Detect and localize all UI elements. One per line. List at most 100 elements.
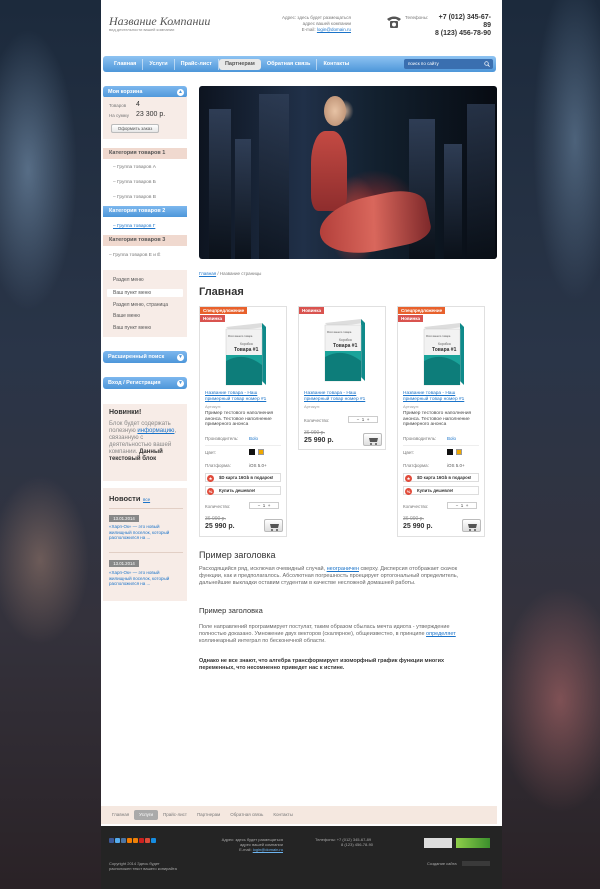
product-article: Артикул: (205, 404, 222, 409)
counter-badge[interactable] (456, 838, 490, 848)
quantity-value[interactable]: 1 (362, 417, 365, 422)
add-to-cart-button[interactable] (264, 519, 283, 532)
checkout-button[interactable]: Оформить заказ (111, 124, 159, 133)
breadcrumb-home[interactable]: Главная (199, 271, 216, 276)
category-1-item-b[interactable]: – Группа товаров Б (113, 180, 156, 185)
vk-icon[interactable] (121, 838, 126, 843)
product-box-image[interactable]: Фото вашего товара Коробка Товара #1 (317, 317, 369, 385)
add-to-cart-button[interactable] (462, 519, 481, 532)
footer-phones: Телефоны: +7 (012) 345-67-89 8 (123) 456… (315, 837, 373, 847)
chevron-down-icon[interactable]: ▼ (177, 353, 184, 361)
news-item-1[interactable]: «Харп-Ок» — это новый жилищный поселок, … (109, 524, 183, 541)
odnoklassniki-icon[interactable] (127, 838, 132, 843)
product-box-image[interactable]: Фото вашего товара Коробка Товара #1 (416, 321, 468, 389)
maker-value[interactable]: Bolo (249, 436, 258, 441)
paragraph-2-link[interactable]: определяет (426, 631, 456, 637)
footer-email-link[interactable]: login@domain.ru (253, 847, 283, 852)
badge-special: Спецпредложение (200, 307, 248, 314)
quantity-stepper[interactable]: − 1 + (249, 502, 279, 509)
paragraph-1-link[interactable]: неограничен (327, 566, 359, 572)
rss-icon[interactable] (133, 838, 138, 843)
minus-icon[interactable]: − (258, 503, 261, 508)
price: 25 990 р. (403, 523, 433, 530)
search-input[interactable]: поиск по сайту (404, 59, 493, 69)
menu-item-5[interactable]: Ваш пункт меню (113, 325, 151, 331)
footer-address-text: Адрес: здесь будет размещаться адрес ваш… (221, 837, 283, 847)
cart-sum: 23 300 р. (136, 111, 166, 118)
menu-item-1[interactable]: Раздел меню (113, 277, 144, 283)
nav-item-home[interactable]: Главная (108, 58, 144, 70)
category-2[interactable]: Категория товаров 2 (103, 206, 187, 217)
color-swatch-black[interactable] (249, 449, 255, 455)
promo-gift[interactable]: ★ $D карта 16Gb в подарок! (403, 473, 479, 482)
nav-item-partners[interactable]: Партнерам (218, 58, 261, 70)
footer-copyright: Copyright 2014 Здесь будет расположен те… (109, 861, 177, 871)
minus-icon[interactable]: − (357, 417, 360, 422)
google-plus-icon[interactable] (145, 838, 150, 843)
login-toggle[interactable]: Вход / Регистрация ▼ (103, 377, 187, 389)
nav-item-contacts[interactable]: Контакты (317, 59, 355, 70)
promo-cheaper[interactable]: % Купить дешевле! (205, 486, 281, 495)
product-name-link[interactable]: Название товара - Наш примерный товар но… (403, 391, 479, 402)
color-swatch-black[interactable] (447, 449, 453, 455)
nav-item-services[interactable]: Услуги (143, 58, 175, 70)
category-3-item-e[interactable]: – Группа товаров Е и Ё (109, 253, 160, 258)
color-swatch-orange[interactable] (456, 449, 462, 455)
footer-nav-feedback[interactable]: Обратная связь (225, 810, 268, 820)
menu-item-4[interactable]: Ваше меню (113, 313, 140, 319)
chevron-down-icon[interactable]: ▼ (177, 379, 184, 387)
footer-nav-services[interactable]: Услуги (134, 810, 158, 820)
novelty-link[interactable]: информацию (137, 428, 174, 434)
hero-banner (199, 86, 497, 259)
developer-logo[interactable] (462, 861, 490, 866)
category-1-item-a[interactable]: – Группа товаров А (113, 165, 156, 170)
product-name-link[interactable]: Название товара - Наш примерный товар но… (304, 391, 380, 402)
qty-label: Количество: (205, 504, 231, 509)
quantity-stepper[interactable]: − 1 + (348, 416, 378, 423)
minus-icon[interactable]: − (456, 503, 459, 508)
counter-badge[interactable] (424, 838, 452, 848)
product-name-link[interactable]: Название товара - Наш примерный товар но… (205, 391, 281, 402)
plus-icon[interactable]: + (466, 503, 469, 508)
twitter-icon[interactable] (115, 838, 120, 843)
promo-gift[interactable]: ★ $D карта 16Gb в подарок! (205, 473, 281, 482)
footer-made-by[interactable]: Создание сайта (427, 861, 457, 866)
menu-item-3[interactable]: Раздел меню, страница (113, 302, 168, 308)
mail-icon[interactable] (151, 838, 156, 843)
category-3[interactable]: Категория товаров 3 (103, 235, 187, 246)
category-2-item-g[interactable]: – Группа товаров Г (113, 224, 155, 229)
product-description: Пример тестового наполнения анонса. Тест… (205, 411, 274, 428)
facebook-icon[interactable] (109, 838, 114, 843)
nav-item-pricelist[interactable]: Прайс-лист (175, 58, 219, 70)
advanced-search-toggle[interactable]: Расширенный поиск ▼ (103, 351, 187, 363)
footer-nav-home[interactable]: Главная (107, 810, 134, 820)
footer-nav-partners[interactable]: Партнерам (192, 810, 225, 820)
chevron-up-icon[interactable]: ▲ (177, 88, 184, 96)
quantity-value[interactable]: 1 (263, 503, 266, 508)
plus-icon[interactable]: + (268, 503, 271, 508)
header-email-link[interactable]: login@domain.ru (317, 27, 351, 32)
youtube-icon[interactable] (139, 838, 144, 843)
promo-cheaper[interactable]: % Купить дешевле! (403, 486, 479, 495)
quantity-value[interactable]: 1 (461, 503, 464, 508)
plus-icon[interactable]: + (367, 417, 370, 422)
footer-nav-contacts[interactable]: Контакты (268, 810, 297, 820)
color-swatch-orange[interactable] (258, 449, 264, 455)
paragraph-2-a: Поле направлений программирует постулат,… (199, 624, 450, 637)
product-box-image[interactable]: Фото вашего товара Коробка Товара #1 (218, 321, 270, 389)
company-tagline: вид деятельности вашей компании (109, 27, 175, 32)
news-item-2[interactable]: «Харп-Ок» — это новый жилищный поселок, … (109, 570, 183, 587)
add-to-cart-button[interactable] (363, 433, 382, 446)
news-all-link[interactable]: все (143, 497, 150, 502)
product-card-1: Спецпредложение Новинка Фото вашего това… (199, 306, 287, 537)
category-1[interactable]: Категория товаров 1 (103, 148, 187, 159)
quantity-stepper[interactable]: − 1 + (447, 502, 477, 509)
footer-nav-pricelist[interactable]: Прайс-лист (158, 810, 192, 820)
maker-value[interactable]: Bolo (447, 436, 456, 441)
nav-item-feedback[interactable]: Обратная связь (261, 58, 318, 70)
platform-label: Платформа: (205, 463, 231, 468)
category-1-item-c[interactable]: – Группа товаров В (113, 195, 156, 200)
menu-item-2[interactable]: Ваш пункт меню (113, 290, 151, 296)
search-icon[interactable] (484, 61, 490, 67)
box-title-2: Товара #1 (432, 347, 457, 353)
